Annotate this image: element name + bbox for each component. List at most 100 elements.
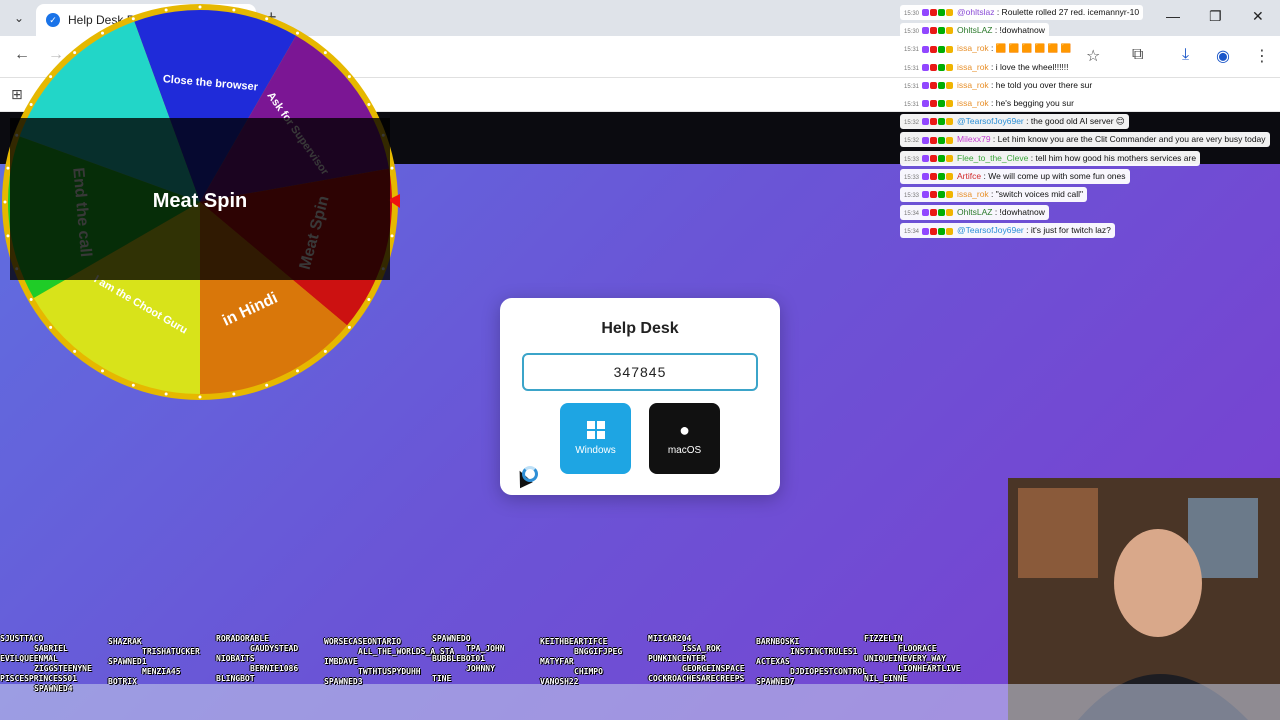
- wheel-rim-dot: [390, 234, 394, 238]
- viewer-name: SABRIEL: [34, 644, 68, 653]
- chat-username[interactable]: @TearsofJoy69er: [957, 225, 1024, 235]
- helpdesk-title: Help Desk: [601, 320, 679, 337]
- chat-username[interactable]: Artifce: [957, 171, 981, 181]
- chat-username[interactable]: issa_rok: [957, 189, 989, 199]
- chat-text: : "switch voices mid call": [988, 188, 1084, 199]
- viewer-name: LIONHEARTLIVE: [898, 664, 961, 673]
- badge-icon: [938, 136, 946, 144]
- chat-username[interactable]: issa_rok: [957, 98, 989, 108]
- badge-icon: [922, 136, 930, 144]
- chat-text: : he's begging you sur: [988, 97, 1074, 108]
- chat-username[interactable]: issa_rok: [957, 43, 989, 53]
- chat-username[interactable]: OhltsLAZ: [957, 207, 992, 217]
- wheel-rim-dot: [131, 383, 135, 387]
- badge-icon: [938, 100, 946, 108]
- chat-username[interactable]: Flee_to_the_Cleve: [957, 153, 1028, 163]
- badge-icon: [930, 209, 938, 217]
- macos-button[interactable]: ● macOS: [649, 403, 720, 474]
- chat-username[interactable]: issa_rok: [957, 62, 989, 72]
- chat-username[interactable]: Milexx79: [957, 134, 991, 144]
- chat-badges-icon: [922, 206, 954, 219]
- badge-icon: [922, 154, 930, 162]
- badge-icon: [922, 27, 930, 35]
- viewer-name: COCKROACHESARECREEPS: [648, 674, 745, 683]
- macos-label: macOS: [667, 445, 702, 456]
- chat-badges-icon: [922, 6, 954, 19]
- chat-time: 15:30: [904, 11, 920, 17]
- chat-badges-icon: [922, 42, 954, 55]
- wheel-rim-dot: [49, 75, 53, 79]
- badge-icon: [930, 63, 938, 71]
- wheel-rim-dot: [198, 5, 202, 9]
- viewer-name: SPAWNED3: [324, 677, 363, 686]
- chat-row: 15:30 @ohltslaz : Roulette rolled 27 red.…: [900, 2, 1260, 20]
- badge-icon: [946, 172, 954, 180]
- viewer-name: GAUDYSTEAD: [250, 644, 299, 653]
- viewer-name: BNGGIFJPEG: [574, 647, 623, 656]
- chat-message: 15:31 issa_rok : he's begging you sur: [900, 95, 1078, 111]
- viewer-name: KEITHBEARTIFCE: [540, 637, 608, 646]
- viewer-name: FIZZELIN: [864, 634, 903, 643]
- viewer-name: UNIQUEINEVERY_WAY: [864, 654, 946, 663]
- badge-icon: [930, 172, 938, 180]
- viewer-name: MIICAR204: [648, 634, 692, 643]
- badge-icon: [946, 45, 954, 53]
- chat-badges-icon: [922, 188, 954, 201]
- chat-username[interactable]: @ohltslaz: [957, 7, 994, 17]
- badge-icon: [922, 172, 930, 180]
- chat-overlay: 15:30 @ohltslaz : Roulette rolled 27 red.…: [900, 2, 1270, 239]
- chat-username[interactable]: @TearsofJoy69er: [957, 116, 1024, 126]
- wheel-rim-dot: [198, 395, 202, 399]
- session-code-input[interactable]: [522, 353, 758, 391]
- chat-row: 15:33 issa_rok : "switch voices mid call": [900, 184, 1260, 202]
- viewer-name: WORSECASEONTARIO: [324, 637, 402, 646]
- badge-icon: [922, 191, 930, 199]
- chat-time: 15:34: [904, 211, 920, 218]
- viewer-name: SPAWNED7: [756, 677, 795, 686]
- chat-text: : Roulette rolled 27 red. icemannyr-10: [994, 7, 1140, 17]
- viewer-name: TRISHATUCKER: [142, 647, 200, 656]
- badge-icon: [930, 100, 938, 108]
- wheel-rim-dot: [6, 166, 10, 170]
- badge-icon: [938, 9, 946, 17]
- chat-text: : he told you over there sur: [988, 79, 1093, 90]
- chat-time: 15:34: [904, 229, 920, 236]
- chat-text: : the good old AI server 😊: [1023, 116, 1125, 127]
- wheel-rim-dot: [164, 392, 168, 396]
- viewer-name: MATYFAR: [540, 657, 574, 666]
- chat-row: 15:34 @TearsofJoy69er : it's just for twi…: [900, 220, 1260, 239]
- viewer-name: NIL_EINNE: [864, 674, 908, 683]
- viewer-name: BOTRIX: [108, 677, 137, 686]
- viewer-name: SPAWNED1: [108, 657, 147, 666]
- badge-icon: [946, 9, 954, 17]
- chat-message: 15:31 issa_rok : i love the wheel!!!!!!: [900, 59, 1073, 75]
- badge-icon: [922, 82, 930, 89]
- chat-message: 15:31 issa_rok : 🟧 🟧 🟧 🟧 🟧 🟧: [900, 41, 1076, 57]
- viewer-name: PUNKINCENTER: [648, 654, 706, 663]
- wheel-rim-dot: [367, 103, 371, 106]
- wheel-rim-dot: [347, 75, 351, 79]
- chat-row: 15:31 issa_rok : i love the wheel!!!!!!: [900, 57, 1260, 75]
- badge-icon: [922, 100, 930, 108]
- viewer-name: ZIGGSTEENYNE: [34, 664, 92, 673]
- viewer-name: MENZIA45: [142, 667, 181, 676]
- windows-button[interactable]: Windows: [560, 403, 631, 474]
- badge-icon: [946, 82, 954, 89]
- badge-icon: [946, 209, 954, 217]
- badge-icon: [946, 27, 954, 35]
- wheel-rim-dot: [164, 8, 168, 12]
- wheel-rim-dot: [367, 298, 371, 301]
- chat-username[interactable]: OhltsLAZ: [957, 25, 992, 35]
- chat-row: 15:31 issa_rok : he told you over there s…: [900, 75, 1260, 93]
- wheel-rim-dot: [232, 8, 236, 12]
- chat-text: : !dowhatnow: [992, 25, 1045, 36]
- viewer-name: ISSA_ROK: [682, 644, 721, 653]
- chat-text: : !dowhatnow: [992, 207, 1045, 218]
- chat-badges-icon: [922, 133, 954, 146]
- wheel-rim-dot: [73, 51, 77, 55]
- chat-username[interactable]: issa_rok: [957, 80, 989, 90]
- viewer-names-overlay: SJUSTTACO SHAZRAK RORADORABLE WORSECASEONTA…: [0, 634, 1010, 720]
- chat-badges-icon: [922, 97, 954, 110]
- badge-icon: [938, 82, 946, 89]
- wheel-rim-dot: [323, 349, 327, 353]
